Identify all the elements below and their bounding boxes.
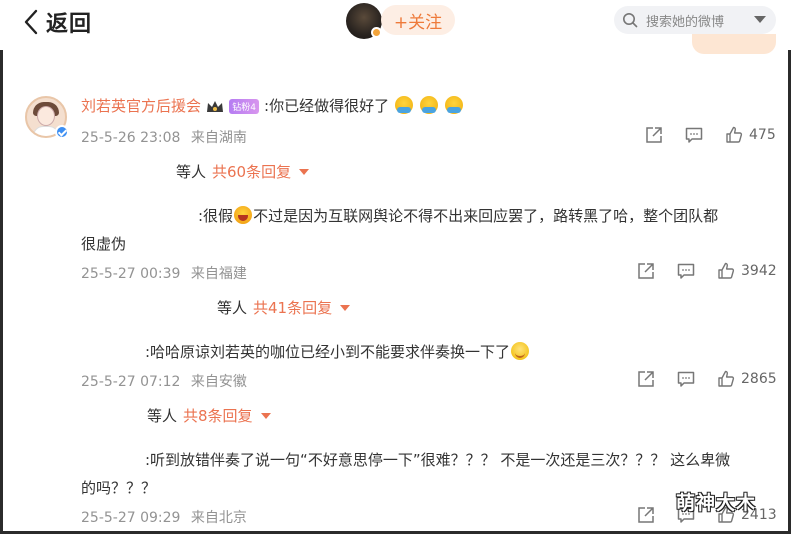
laugh-emoji-icon [234, 206, 253, 224]
comment-4-meta: 25-5-27 09:29 来自北京 [81, 507, 247, 527]
watermark: 萌神大木 [676, 492, 757, 514]
comment-time: 25-5-27 07:12 [81, 374, 181, 390]
reply-count: 共8条回复 [183, 407, 253, 425]
search-placeholder: 搜索她的微博 [646, 15, 725, 30]
comment-icon[interactable] [677, 262, 695, 280]
share-icon[interactable] [645, 126, 663, 144]
reply-prefix: 等人 [147, 407, 178, 425]
fan-level-badge: 钻粉4 [229, 99, 259, 114]
partial-button[interactable] [692, 34, 776, 54]
comment-3-actions: 2865 [637, 370, 777, 388]
crown-icon [207, 100, 224, 112]
comment-time: 25-5-27 00:39 [81, 266, 181, 282]
caret-down-icon [340, 304, 351, 311]
verified-icon [55, 125, 69, 139]
view-replies-link[interactable]: 等人 共8条回复 [147, 405, 271, 426]
commenter-name[interactable]: 刘若英官方后援会 [81, 97, 201, 115]
comment-4-line-2: 的吗？？？ [81, 479, 157, 497]
back-button[interactable]: 返回 [22, 6, 92, 38]
top-bar: 返回 +关注 搜索她的微博 [0, 0, 791, 54]
search-input[interactable]: 搜索她的微博 [614, 6, 776, 34]
like-count: 2865 [741, 371, 777, 387]
hug-emoji-icon [395, 96, 414, 114]
verified-badge-icon [371, 27, 382, 38]
chevron-left-icon [24, 9, 38, 35]
comment-location: 来自安徽 [190, 374, 247, 390]
comment-2-meta: 25-5-27 00:39 来自福建 [81, 263, 247, 283]
smile-emoji-icon [511, 342, 530, 360]
comment-2-actions: 3942 [637, 262, 777, 280]
comment-3-line-1: :哈哈原谅刘若英的咖位已经小到不能要求伴奏换一下了 [145, 338, 530, 367]
comment-text: :你已经做得很好了 [264, 97, 390, 115]
comment-location: 来自福建 [190, 266, 247, 282]
like-icon[interactable] [717, 262, 735, 280]
comment-1-meta: 25-5-26 23:08 来自湖南 [81, 127, 247, 147]
comment-text: :哈哈原谅刘若英的咖位已经小到不能要求伴奏换一下了 [145, 343, 511, 361]
like-count: 475 [749, 127, 776, 143]
comment-text: :很假 [198, 207, 234, 225]
reply-count: 共60条回复 [212, 163, 292, 181]
like-icon[interactable] [717, 370, 735, 388]
comment-icon[interactable] [685, 126, 703, 144]
comment-2-line-1: :很假 不过是因为互联网舆论不得不出来回应罢了，路转黑了哈，整个团队都 [198, 202, 718, 231]
caret-down-icon [260, 412, 271, 419]
comment-2-line-2: 很虚伪 [81, 235, 127, 253]
hug-emoji-icon [445, 96, 464, 114]
reply-prefix: 等人 [176, 163, 207, 181]
like-count: 3942 [741, 263, 777, 279]
follow-button[interactable]: +关注 [381, 5, 455, 35]
comment-text: 不过是因为互联网舆论不得不出来回应罢了，路转黑了哈，整个团队都 [253, 207, 719, 225]
caret-down-icon [299, 168, 310, 175]
like-icon[interactable] [725, 126, 743, 144]
comment-location: 来自北京 [190, 510, 247, 526]
comment-time: 25-5-26 23:08 [81, 130, 181, 146]
comment-1-header: 刘若英官方后援会 钻粉4 :你已经做得很好了 [81, 92, 464, 121]
caret-down-icon[interactable] [754, 16, 766, 23]
comment-location: 来自湖南 [190, 130, 247, 146]
comment-time: 25-5-27 09:29 [81, 510, 181, 526]
comment-icon[interactable] [677, 370, 695, 388]
comment-3-meta: 25-5-27 07:12 来自安徽 [81, 371, 247, 391]
hug-emoji-icon [420, 96, 439, 114]
comment-4-line-1: :听到放错伴奏了说一句“不好意思停一下”很难？？？ 不是一次还是三次？？？ 这么… [145, 451, 731, 469]
view-replies-link[interactable]: 等人 共60条回复 [176, 161, 310, 182]
share-icon[interactable] [637, 262, 655, 280]
share-icon[interactable] [637, 370, 655, 388]
search-icon [623, 13, 638, 28]
view-replies-link[interactable]: 等人 共41条回复 [217, 297, 351, 318]
reply-prefix: 等人 [217, 299, 248, 317]
comment-1-actions: 475 [645, 126, 776, 144]
back-label: 返回 [46, 12, 93, 37]
share-icon[interactable] [637, 506, 655, 524]
reply-count: 共41条回复 [253, 299, 333, 317]
